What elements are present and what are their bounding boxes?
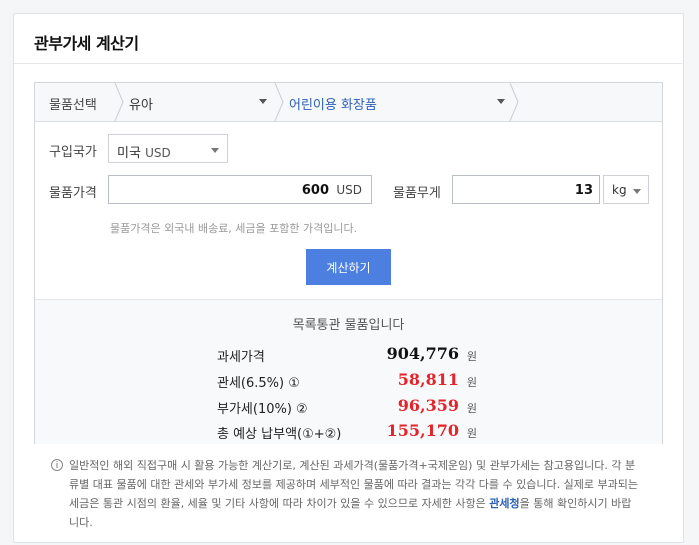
page-title: 관부가세 계산기 xyxy=(34,34,139,53)
calculator-panel: 물품선택 유아 어린이용 화장품 구입국가 미국 USD 물품가격 600 US… xyxy=(34,82,663,444)
category-level1-select[interactable]: 유아 xyxy=(125,83,275,121)
weight-unit-select[interactable]: kg xyxy=(603,175,649,204)
category-level1-value: 유아 xyxy=(129,98,153,113)
country-value: 미국 USD xyxy=(117,142,171,161)
calculator-card: 관부가세 계산기 물품선택 유아 어린이용 화장품 구입국가 미국 USD 물품… xyxy=(13,13,684,543)
result-amount: 96,359 xyxy=(397,396,459,415)
currency-suffix: 원 xyxy=(466,427,477,440)
chevron-down-icon xyxy=(497,99,505,104)
currency-suffix: 원 xyxy=(466,376,477,389)
currency-suffix: 원 xyxy=(466,350,477,363)
chevron-down-icon xyxy=(211,148,219,153)
result-section: 목록통관 물품입니다 과세가격 904,776 원 관세(6.5%) ① 58,… xyxy=(35,299,662,444)
info-icon: i xyxy=(51,459,63,471)
customs-service-link[interactable]: 관세청 xyxy=(489,497,519,510)
result-heading: 목록통관 물품입니다 xyxy=(292,318,405,333)
weight-unit-value: kg xyxy=(612,183,627,197)
result-label: 관세(6.5%) ① xyxy=(217,376,300,391)
breadcrumb-separator-icon xyxy=(274,83,284,121)
category-label: 물품선택 xyxy=(49,98,97,113)
country-select[interactable]: 미국 USD xyxy=(108,134,228,163)
title-divider xyxy=(14,63,683,64)
breadcrumb-separator-icon xyxy=(509,83,519,121)
calculate-button[interactable]: 계산하기 xyxy=(306,249,391,285)
weight-input[interactable]: 13 xyxy=(452,175,600,204)
notice: i 일반적인 해외 직접구매 시 활용 가능한 계산기로, 계산된 과세가격(물… xyxy=(51,456,641,532)
result-row-customs-duty: 관세(6.5%) ① 58,811 원 xyxy=(217,370,477,392)
country-label: 구입국가 xyxy=(49,145,97,160)
result-label: 부가세(10%) ② xyxy=(217,402,308,417)
chevron-down-icon xyxy=(633,189,641,194)
result-row-vat: 부가세(10%) ② 96,359 원 xyxy=(217,396,477,418)
result-amount: 58,811 xyxy=(397,370,459,389)
weight-value: 13 xyxy=(574,183,593,198)
result-row-taxable-price: 과세가격 904,776 원 xyxy=(217,344,477,366)
price-input[interactable]: 600 USD xyxy=(108,175,372,204)
country-currency: USD xyxy=(145,146,171,160)
result-amount: 155,170 xyxy=(386,421,459,440)
category-level2-value: 어린이용 화장품 xyxy=(289,98,377,113)
category-selector: 물품선택 유아 어린이용 화장품 xyxy=(35,83,662,122)
price-label: 물품가격 xyxy=(49,186,97,201)
price-hint: 물품가격은 외국내 배송료, 세금을 포함한 가격입니다. xyxy=(110,222,358,235)
result-label: 과세가격 xyxy=(217,350,265,365)
result-row-total: 총 예상 납부액(①+②) 155,170 원 xyxy=(217,421,477,443)
weight-label: 물품무게 xyxy=(393,186,441,201)
currency-suffix: 원 xyxy=(466,402,477,415)
result-amount: 904,776 xyxy=(386,344,459,363)
chevron-down-icon xyxy=(259,99,267,104)
result-label: 총 예상 납부액(①+②) xyxy=(217,427,342,442)
category-level2-select[interactable]: 어린이용 화장품 xyxy=(285,83,505,121)
notice-text: 일반적인 해외 직접구매 시 활용 가능한 계산기로, 계산된 과세가격(물품가… xyxy=(51,456,641,532)
price-unit: USD xyxy=(336,183,362,197)
country-name: 미국 xyxy=(117,146,141,161)
breadcrumb-separator-icon xyxy=(114,83,124,121)
price-value: 600 xyxy=(301,183,329,198)
